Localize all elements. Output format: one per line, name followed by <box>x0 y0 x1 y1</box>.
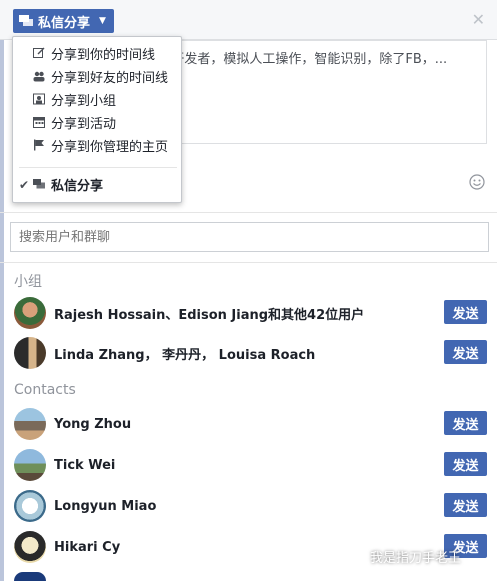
menu-divider <box>19 167 177 168</box>
shared-post-preview-text: PK开发者，模拟人工操作，智能识别，除了FB，... <box>155 52 448 67</box>
watermark-text: 我是指刀手老王 <box>370 551 462 566</box>
message-icon <box>19 15 33 26</box>
search-input[interactable] <box>10 222 489 252</box>
avatar <box>14 337 46 369</box>
group-name: Linda Zhang， 李丹丹， Louisa Roach <box>54 347 316 363</box>
group-icon <box>33 93 45 105</box>
avatar <box>14 572 46 581</box>
contact-row: Longyun Miao 发送 <box>14 489 487 523</box>
send-button[interactable]: 发送 <box>444 411 487 435</box>
menu-item-share-friend-timeline[interactable]: 分享到好友的时间线 <box>33 66 168 86</box>
share-header: 私信分享 ▼ ✕ <box>0 0 497 40</box>
divider <box>0 212 497 213</box>
contact-name: Longyun Miao <box>54 498 157 514</box>
groups-section-title: 小组 <box>14 274 42 290</box>
avatar <box>14 297 46 329</box>
contact-name: Tick Wei <box>54 457 116 473</box>
friends-icon <box>33 71 45 82</box>
emoji-icon[interactable] <box>469 174 485 190</box>
divider <box>0 262 497 263</box>
share-type-label: 私信分享 <box>38 15 91 31</box>
contact-name: Yong Zhou <box>54 416 132 432</box>
send-button[interactable]: 发送 <box>444 452 487 476</box>
close-icon[interactable]: ✕ <box>472 10 485 29</box>
group-name: Rajesh Hossain、Edison Jiang和其他42位用户 <box>54 307 365 323</box>
contact-row: Tick Wei 发送 <box>14 448 487 482</box>
avatar <box>14 531 46 563</box>
checkmark-icon: ✔ <box>19 178 30 192</box>
background-strip <box>0 0 4 581</box>
group-row: Rajesh Hossain、Edison Jiang和其他42位用户 发送 <box>14 296 487 330</box>
avatar <box>14 449 46 481</box>
send-button[interactable]: 发送 <box>444 340 487 364</box>
send-button[interactable]: 发送 <box>444 300 487 324</box>
avatar <box>14 490 46 522</box>
menu-item-share-group[interactable]: 分享到小组 <box>33 89 116 109</box>
contact-name: Hikari Cy <box>54 539 121 555</box>
menu-item-share-timeline[interactable]: 分享到你的时间线 <box>33 43 155 63</box>
share-type-dropdown-button[interactable]: 私信分享 ▼ <box>13 9 114 33</box>
message-icon <box>33 179 45 189</box>
avatar <box>14 408 46 440</box>
share-options-menu: 分享到你的时间线 分享到好友的时间线 分享到小组 分享到活动 分享到你管理的主页… <box>12 36 182 203</box>
group-row: Linda Zhang， 李丹丹， Louisa Roach 发送 <box>14 336 487 370</box>
contacts-section-title: Contacts <box>14 382 76 398</box>
menu-item-share-event[interactable]: 分享到活动 <box>33 112 116 132</box>
edit-icon <box>33 47 45 58</box>
send-button[interactable]: 发送 <box>444 493 487 517</box>
chevron-down-icon: ▼ <box>99 16 106 26</box>
menu-item-share-page[interactable]: 分享到你管理的主页 <box>33 135 168 155</box>
menu-item-private-message[interactable]: 私信分享 <box>33 174 103 194</box>
calendar-icon <box>33 117 45 128</box>
contact-row: Yong Zhou 发送 <box>14 407 487 441</box>
flag-icon <box>34 139 44 151</box>
